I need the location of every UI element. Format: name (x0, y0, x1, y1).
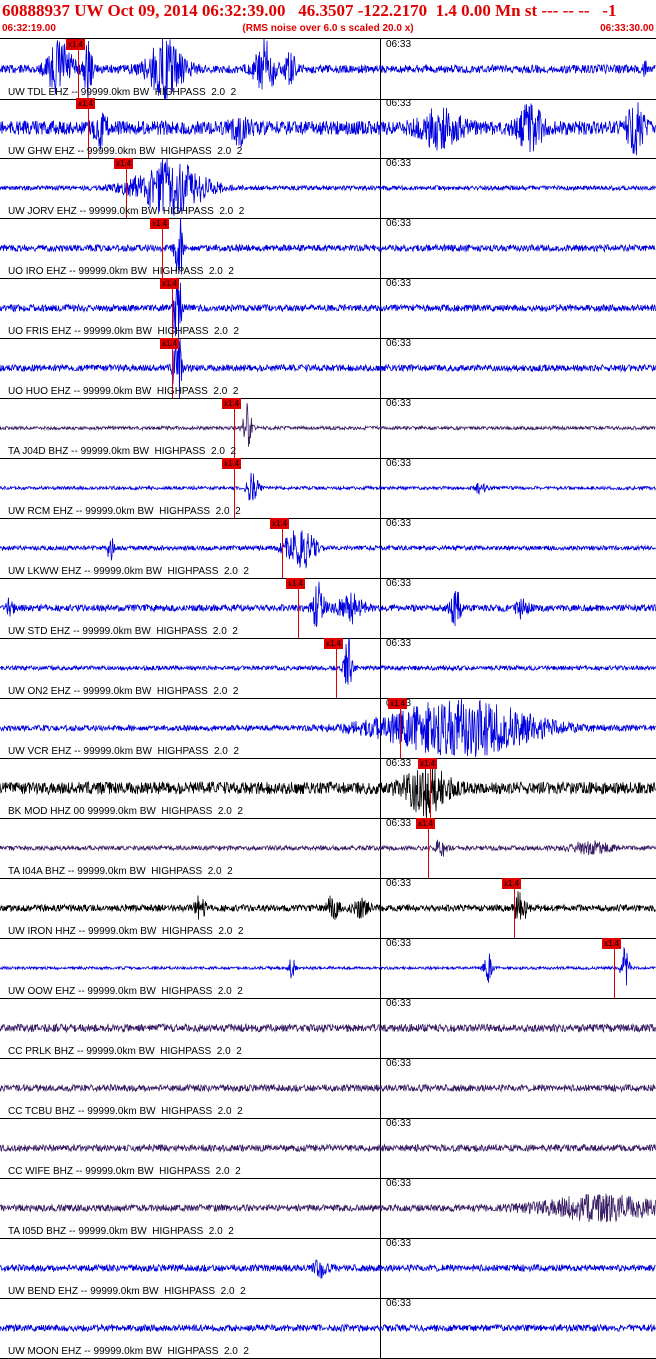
trace-panel: 06:33 x1.4 UW LKWW EHZ -- 99999.0km BW HIG… (0, 518, 656, 579)
pick-marker: x1.4 (416, 818, 436, 829)
station-label: CC TCBU BHZ -- 99999.0km BW HIGHPASS 2.0… (8, 1106, 243, 1117)
waveform-path (0, 1193, 656, 1223)
trace-panel: 06:33 CC PRLK BHZ -- 99999.0km BW HIGHPAS… (0, 998, 656, 1059)
station-label: UW STD EHZ -- 99999.0km BW HIGHPASS 2.0 … (8, 626, 238, 637)
pick-marker: x1.4 (76, 98, 96, 109)
station-label: UO IRO EHZ -- 99999.0km BW HIGHPASS 2.0 … (8, 266, 234, 277)
trace-panel: 06:33 x1.4 TA J04D BHZ -- 99999.0km BW HIG… (0, 398, 656, 459)
station-label: BK MOD HHZ 00 99999.0km BW HIGHPASS 2.0 … (8, 806, 243, 817)
waveform-path (0, 530, 656, 569)
station-label: TA J04D BHZ -- 99999.0km BW HIGHPASS 2.0… (8, 446, 237, 457)
station-label: TA I05D BHZ -- 99999.0km BW HIGHPASS 2.0… (8, 1226, 234, 1237)
waveform-path (0, 1323, 656, 1333)
trace-panel: 06:33 x1.4 UW IRON HHZ -- 99999.0km BW HIG… (0, 878, 656, 939)
pick-marker: x1.4 (66, 39, 86, 50)
waveform-path (0, 403, 656, 447)
pick-marker: x1.4 (114, 158, 134, 169)
station-label: UW JORV EHZ -- 99999.0km BW HIGHPASS 2.0… (8, 206, 245, 217)
trace-panel: 06:33 x1.4 UW JORV EHZ -- 99999.0km BW HIG… (0, 158, 656, 219)
station-label: UW MOON EHZ -- 99999.0km BW HIGHPASS 2.0… (8, 1346, 249, 1357)
station-label: UO FRIS EHZ -- 99999.0km BW HIGHPASS 2.0… (8, 326, 239, 337)
waveform-path (0, 839, 656, 857)
pick-marker: x1.4 (286, 578, 306, 589)
trace-panel: 06:33 x1.4 UW ON2 EHZ -- 99999.0km BW HIGH… (0, 638, 656, 699)
trace-panel: 06:33 x1.4 UW OOW EHZ -- 99999.0km BW HIGH… (0, 938, 656, 999)
station-label: UW OOW EHZ -- 99999.0km BW HIGHPASS 2.0 … (8, 986, 243, 997)
event-title: 60888937 UW Oct 09, 2014 06:32:39.00 46.… (2, 1, 617, 20)
trace-panel: 06:33 x1.4 UW STD EHZ -- 99999.0km BW HIGH… (0, 578, 656, 639)
station-label: UW GHW EHZ -- 99999.0km BW HIGHPASS 2.0 … (8, 146, 243, 157)
pick-marker: x1.4 (150, 218, 170, 229)
station-label: UW IRON HHZ -- 99999.0km BW HIGHPASS 2.0… (8, 926, 244, 937)
pick-line (282, 518, 283, 578)
station-label: UW LKWW EHZ -- 99999.0km BW HIGHPASS 2.0… (8, 566, 249, 577)
trace-panel: 06:33 CC WIFE BHZ -- 99999.0km BW HIGHPAS… (0, 1118, 656, 1179)
trace-panel: 06:33 TA I05D BHZ -- 99999.0km BW HIGHPAS… (0, 1178, 656, 1239)
pick-line (400, 698, 401, 758)
station-label: UW RCM EHZ -- 99999.0km BW HIGHPASS 2.0 … (8, 506, 241, 517)
pick-line (336, 638, 337, 698)
end-time: 06:33:30.00 (600, 23, 654, 34)
station-label: UW VCR EHZ -- 99999.0km BW HIGHPASS 2.0 … (8, 746, 239, 757)
station-label: UW ON2 EHZ -- 99999.0km BW HIGHPASS 2.0 … (8, 686, 239, 697)
station-label: UW BEND EHZ -- 99999.0km BW HIGHPASS 2.0… (8, 1286, 246, 1297)
pick-marker: x1.4 (160, 338, 180, 349)
waveform-path (0, 472, 656, 501)
pick-line (514, 878, 515, 938)
waveform-path (0, 1259, 656, 1279)
pick-marker: x1.4 (270, 518, 290, 529)
scale-note: (RMS noise over 6.0 s scaled 20.0 x) (242, 23, 414, 34)
waveform-path (0, 946, 656, 986)
waveform-path (0, 1022, 656, 1034)
station-label: UO HUO EHZ -- 99999.0km BW HIGHPASS 2.0 … (8, 386, 239, 397)
pick-marker: x1.4 (222, 398, 242, 409)
trace-panel: 06:33 x1.4 UO FRIS EHZ -- 99999.0km BW HIG… (0, 278, 656, 339)
pick-marker: x1.4 (502, 878, 522, 889)
waveform-path (0, 891, 656, 920)
pick-line (298, 578, 299, 638)
pick-line (430, 758, 431, 818)
trace-panel: 06:33 CC TCBU BHZ -- 99999.0km BW HIGHPAS… (0, 1058, 656, 1119)
trace-panel: 06:33 x1.4 UW GHW EHZ -- 99999.0km BW HIGH… (0, 98, 656, 159)
station-label: CC WIFE BHZ -- 99999.0km BW HIGHPASS 2.0… (8, 1166, 241, 1177)
pick-marker: x1.4 (602, 938, 622, 949)
trace-panel: 06:33 x1.4 UW TDL EHZ -- 99999.0km BW HIGH… (0, 38, 656, 100)
trace-panel: 06:33x1.4UW VCR EHZ -- 99999.0km BW HIGH… (0, 698, 656, 759)
waveform-path (0, 1143, 656, 1153)
pick-marker: x1.4 (418, 758, 438, 769)
station-label: CC PRLK BHZ -- 99999.0km BW HIGHPASS 2.0… (8, 1046, 242, 1057)
pick-line (428, 818, 429, 878)
trace-panel: 06:33 x1.4 TA I04A BHZ -- 99999.0km BW HIG… (0, 818, 656, 879)
trace-panel: 06:33 x1.4 UO HUO EHZ -- 99999.0km BW HIGH… (0, 338, 656, 399)
trace-panel: 06:33 UW MOON EHZ -- 99999.0km BW HIGHPAS… (0, 1298, 656, 1359)
trace-panel: 06:33 x1.4 UO IRO EHZ -- 99999.0km BW HIGH… (0, 218, 656, 279)
station-label: UW TDL EHZ -- 99999.0km BW HIGHPASS 2.0 … (8, 87, 237, 98)
pick-marker: x1.4 (388, 698, 408, 709)
station-label: TA I04A BHZ -- 99999.0km BW HIGHPASS 2.0… (8, 866, 233, 877)
pick-marker: x1.4 (160, 278, 180, 289)
pick-line (614, 938, 615, 998)
header: 60888937 UW Oct 09, 2014 06:32:39.00 46.… (0, 0, 656, 40)
waveform-path (0, 581, 656, 628)
waveform-path (0, 1083, 656, 1093)
trace-panel: 06:33 x1.4 UW RCM EHZ -- 99999.0km BW HIGH… (0, 458, 656, 519)
pick-marker: x1.4 (222, 458, 242, 469)
trace-panel: 06:33 x1.4 BK MOD HHZ 00 99999.0km BW HIGH… (0, 758, 656, 819)
trace-panel: 06:33 UW BEND EHZ -- 99999.0km BW HIGHPAS… (0, 1238, 656, 1299)
pick-marker: x1.4 (324, 638, 344, 649)
